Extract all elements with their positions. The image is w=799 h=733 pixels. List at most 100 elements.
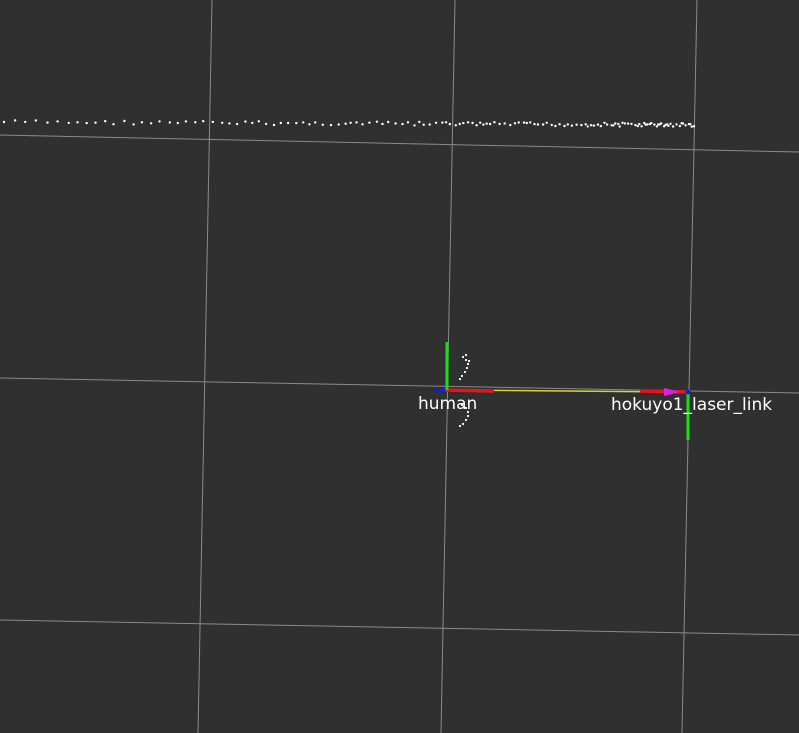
scan-point bbox=[522, 121, 526, 124]
scan-point bbox=[308, 123, 311, 126]
scan-point bbox=[684, 124, 687, 127]
scan-point bbox=[669, 122, 672, 126]
scan-point bbox=[689, 123, 692, 126]
scan-point bbox=[329, 123, 333, 127]
scan-point bbox=[463, 370, 467, 374]
scan-point bbox=[623, 122, 627, 125]
scan-point bbox=[464, 358, 468, 362]
scan-point bbox=[465, 366, 469, 370]
scan-point bbox=[464, 418, 468, 422]
scan-point bbox=[681, 122, 685, 125]
scan-point bbox=[603, 121, 606, 125]
scan-point bbox=[634, 123, 637, 127]
scan-point bbox=[464, 353, 468, 357]
scan-point bbox=[158, 120, 161, 123]
scan-point bbox=[650, 121, 653, 125]
scan-point bbox=[575, 123, 578, 126]
scan-point bbox=[621, 121, 624, 125]
3d-viewport[interactable]: human hokuyo1_laser_link bbox=[0, 0, 799, 733]
scan-point bbox=[458, 424, 462, 428]
scan-point bbox=[618, 125, 621, 128]
scan-point bbox=[76, 121, 79, 124]
scan-point bbox=[418, 120, 421, 124]
scan-point bbox=[244, 120, 247, 123]
scan-point bbox=[441, 121, 444, 124]
scan-point bbox=[563, 124, 566, 128]
scan-point bbox=[375, 120, 379, 123]
scan-point bbox=[302, 121, 305, 124]
scan-point bbox=[387, 120, 390, 124]
scan-point bbox=[123, 119, 126, 123]
scan-point bbox=[513, 122, 517, 125]
scan-point bbox=[34, 119, 37, 122]
scan-point bbox=[428, 123, 431, 126]
scan-point bbox=[454, 124, 457, 127]
scan-point bbox=[104, 120, 107, 123]
scan-point bbox=[471, 121, 474, 125]
scan-point bbox=[257, 120, 260, 123]
scan-point bbox=[211, 120, 214, 124]
scan-point bbox=[422, 123, 425, 126]
scan-point bbox=[406, 121, 410, 124]
scan-point bbox=[493, 121, 496, 124]
scan-point bbox=[460, 374, 464, 378]
scan-point bbox=[626, 122, 630, 125]
scan-point bbox=[314, 121, 317, 124]
scan-point bbox=[434, 121, 438, 125]
scan-point bbox=[444, 121, 448, 124]
scan-point bbox=[536, 123, 540, 126]
scan-point bbox=[580, 123, 583, 127]
scan-point bbox=[466, 121, 470, 124]
scan-point bbox=[617, 122, 620, 126]
scan-point bbox=[202, 120, 205, 123]
scan-point bbox=[589, 124, 593, 127]
scan-point bbox=[517, 121, 520, 124]
scan-point bbox=[355, 121, 358, 124]
scan-point bbox=[272, 123, 276, 127]
scan-point bbox=[509, 123, 512, 127]
scan-point bbox=[46, 121, 49, 124]
scan-point bbox=[503, 122, 506, 125]
scan-point bbox=[176, 121, 179, 125]
scan-point bbox=[692, 125, 696, 128]
x-axis-red bbox=[442, 388, 495, 393]
scan-point bbox=[558, 123, 561, 126]
scan-point bbox=[401, 122, 404, 126]
scan-point bbox=[667, 124, 670, 128]
scan-point bbox=[368, 121, 371, 124]
viewport-background bbox=[0, 0, 799, 733]
scan-point bbox=[295, 121, 298, 125]
scan-point bbox=[479, 121, 482, 124]
scan-point bbox=[344, 122, 347, 125]
scan-point bbox=[85, 121, 88, 125]
scan-point bbox=[13, 119, 17, 122]
scan-point bbox=[653, 123, 656, 126]
scan-point bbox=[381, 122, 384, 126]
scan-point bbox=[485, 122, 488, 125]
scan-point bbox=[94, 121, 97, 124]
scan-point bbox=[466, 414, 470, 418]
scan-point bbox=[448, 122, 451, 126]
scan-point bbox=[235, 122, 239, 126]
scan-point bbox=[660, 122, 663, 125]
scan-point bbox=[605, 123, 609, 126]
scan-point bbox=[671, 125, 675, 128]
frame-label-human: human bbox=[418, 394, 477, 414]
scan-point bbox=[525, 121, 528, 125]
scan-point bbox=[545, 121, 548, 125]
scan-point bbox=[168, 121, 171, 124]
scan-point bbox=[498, 122, 501, 126]
scan-point bbox=[461, 422, 465, 426]
scan-point bbox=[194, 121, 197, 124]
scan-point bbox=[586, 125, 589, 128]
scan-point bbox=[475, 124, 478, 127]
scan-point bbox=[321, 123, 324, 127]
scan-point bbox=[638, 122, 641, 126]
scan-point bbox=[2, 120, 6, 124]
z-axis-blue bbox=[685, 389, 691, 395]
scan-point bbox=[221, 121, 224, 125]
scan-point bbox=[554, 124, 557, 128]
scan-point bbox=[251, 121, 254, 125]
scan-point bbox=[596, 123, 600, 126]
scan-point bbox=[678, 124, 682, 128]
